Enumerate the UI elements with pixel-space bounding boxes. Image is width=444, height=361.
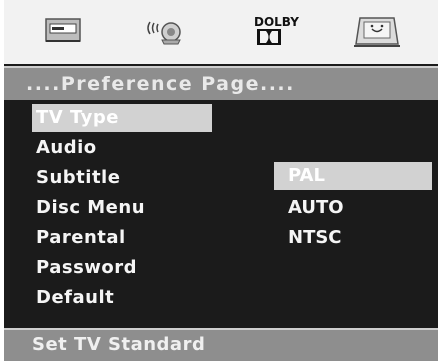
menu-item-password[interactable]: Password [32,254,212,282]
page-title: ....Preference Page.... [26,73,295,95]
setup-toolbar: DOLBY [4,0,438,64]
audio-setup-icon[interactable] [136,14,196,50]
general-setup-icon[interactable] [32,14,92,50]
menu-item-subtitle[interactable]: Subtitle [32,164,212,192]
option-pal[interactable]: PAL [274,162,432,190]
dolby-setup-icon[interactable]: DOLBY [240,14,300,50]
status-bar: Set TV Standard [4,328,438,361]
menu-item-default[interactable]: Default [32,284,212,312]
option-auto[interactable]: AUTO [274,194,432,222]
option-ntsc[interactable]: NTSC [274,224,432,252]
preference-setup-icon[interactable] [348,14,408,50]
osd-screen: DOLBY ....Preference Page.... TV Type Au… [4,0,438,361]
page-title-bar: ....Preference Page.... [4,66,438,100]
status-text: Set TV Standard [32,334,206,355]
menu-item-audio[interactable]: Audio [32,134,212,162]
dolby-label: DOLBY [254,15,299,29]
menu-item-parental[interactable]: Parental [32,224,212,252]
menu-item-tv-type[interactable]: TV Type [32,104,212,132]
menu-item-disc-menu[interactable]: Disc Menu [32,194,212,222]
preference-menu: TV Type Audio Subtitle Disc Menu Parenta… [4,101,438,327]
